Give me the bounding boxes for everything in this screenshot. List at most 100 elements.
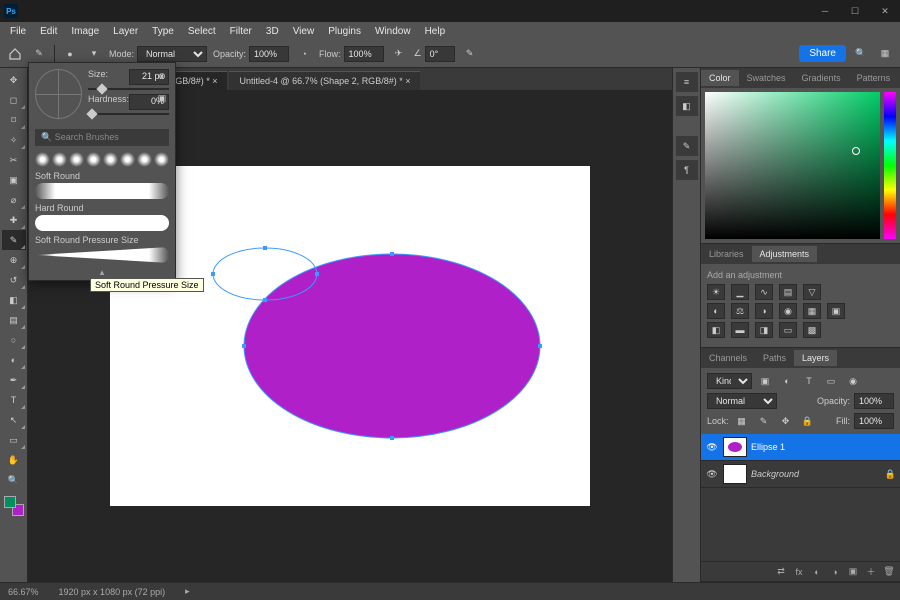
properties-dock-icon[interactable]: ◧ <box>676 96 698 116</box>
search-icon[interactable]: 🔍 <box>852 45 870 63</box>
swatches-tab[interactable]: Swatches <box>739 70 794 86</box>
menu-file[interactable]: File <box>4 24 32 39</box>
zoom-readout[interactable]: 66.67% <box>8 587 39 597</box>
wand-tool[interactable]: ✧ <box>2 130 26 150</box>
posterize-icon[interactable]: ▬ <box>731 322 749 338</box>
patterns-tab[interactable]: Patterns <box>849 70 899 86</box>
marquee-tool[interactable]: ◻ <box>2 90 26 110</box>
new-preset-icon[interactable]: ⊕ <box>153 67 171 85</box>
healing-tool[interactable]: ✚ <box>2 210 26 230</box>
type-tool[interactable]: T <box>2 390 26 410</box>
paths-tab[interactable]: Paths <box>755 350 794 366</box>
history-dock-icon[interactable]: ≡ <box>676 72 698 92</box>
filter-adjust-icon[interactable]: ◐ <box>778 372 796 390</box>
brush-tool[interactable]: ✎ <box>2 230 26 250</box>
filter-pixel-icon[interactable]: ▣ <box>756 372 774 390</box>
pressure-opacity-icon[interactable]: ◔ <box>295 45 313 63</box>
blend-mode-select[interactable]: Normal <box>137 46 207 62</box>
menu-window[interactable]: Window <box>369 24 417 39</box>
bw-icon[interactable]: ◑ <box>755 303 773 319</box>
color-picker[interactable] <box>701 88 900 243</box>
status-chevron-icon[interactable]: ▸ <box>185 586 190 597</box>
brightness-icon[interactable]: ☀ <box>707 284 725 300</box>
adjustment-layer-icon[interactable]: ◑ <box>828 565 842 579</box>
channels-tab[interactable]: Channels <box>701 350 755 366</box>
eraser-tool[interactable]: ◧ <box>2 290 26 310</box>
lock-paint-icon[interactable]: ✎ <box>755 412 773 430</box>
paragraph-dock-icon[interactable]: ¶ <box>676 160 698 180</box>
gradient-tool[interactable]: ▤ <box>2 310 26 330</box>
brush-preset-icon[interactable]: ✎ <box>30 45 48 63</box>
brush-preset-pressure-size[interactable]: Soft Round Pressure Size <box>29 233 175 265</box>
layer-blend-mode[interactable]: Normal <box>707 393 777 409</box>
brush-sample[interactable] <box>86 152 101 167</box>
canvas[interactable] <box>110 166 590 506</box>
brush-search-input[interactable]: 🔍 Search Brushes <box>35 129 169 146</box>
filter-smart-icon[interactable]: ◉ <box>844 372 862 390</box>
layer-row-background[interactable]: 👁 Background 🔒 <box>701 461 900 488</box>
brush-angle-preview[interactable] <box>35 69 82 119</box>
gradient-map-icon[interactable]: ▭ <box>779 322 797 338</box>
menu-layer[interactable]: Layer <box>107 24 144 39</box>
maximize-button[interactable]: ☐ <box>840 0 870 22</box>
brush-preset-hard-round[interactable]: Hard Round <box>29 201 175 233</box>
filter-shape-icon[interactable]: ▭ <box>822 372 840 390</box>
close-button[interactable]: ✕ <box>870 0 900 22</box>
selective-color-icon[interactable]: ▩ <box>803 322 821 338</box>
photo-filter-icon[interactable]: ◉ <box>779 303 797 319</box>
exposure-icon[interactable]: ▤ <box>779 284 797 300</box>
color-cursor[interactable] <box>852 147 860 155</box>
colorlookup-icon[interactable]: ▣ <box>827 303 845 319</box>
channel-mixer-icon[interactable]: ▦ <box>803 303 821 319</box>
crop-tool[interactable]: ✂ <box>2 150 26 170</box>
doc-info-readout[interactable]: 1920 px x 1080 px (72 ppi) <box>59 587 166 597</box>
layer-name[interactable]: Ellipse 1 <box>751 442 785 452</box>
fx-icon[interactable]: fx <box>792 565 806 579</box>
hue-slider[interactable] <box>884 92 896 239</box>
hand-tool[interactable]: ✋ <box>2 450 26 470</box>
move-tool[interactable]: ✥ <box>2 70 26 90</box>
history-brush-tool[interactable]: ↺ <box>2 270 26 290</box>
menu-view[interactable]: View <box>287 24 321 39</box>
menu-select[interactable]: Select <box>182 24 222 39</box>
frame-tool[interactable]: ▣ <box>2 170 26 190</box>
menu-edit[interactable]: Edit <box>34 24 63 39</box>
curves-icon[interactable]: ∿ <box>755 284 773 300</box>
adjustments-tab[interactable]: Adjustments <box>752 246 818 262</box>
layer-fill-input[interactable] <box>854 413 894 429</box>
threshold-icon[interactable]: ◨ <box>755 322 773 338</box>
menu-3d[interactable]: 3D <box>260 24 285 39</box>
dodge-tool[interactable]: ◐ <box>2 350 26 370</box>
layer-thumb[interactable] <box>723 464 747 484</box>
invert-icon[interactable]: ◧ <box>707 322 725 338</box>
layer-opacity-input[interactable] <box>854 393 894 409</box>
pen-tool[interactable]: ✒ <box>2 370 26 390</box>
angle-input[interactable] <box>425 46 455 62</box>
delete-layer-icon[interactable]: 🗑 <box>882 565 896 579</box>
shape-tool[interactable]: ▭ <box>2 430 26 450</box>
menu-type[interactable]: Type <box>146 24 180 39</box>
brush-sample[interactable] <box>35 152 50 167</box>
blur-tool[interactable]: ○ <box>2 330 26 350</box>
pressure-size-icon[interactable]: ✎ <box>461 45 479 63</box>
lock-all-icon[interactable]: 🔒 <box>799 412 817 430</box>
foreground-color[interactable] <box>4 496 16 508</box>
brush-sample[interactable] <box>52 152 67 167</box>
flow-input[interactable] <box>344 46 384 62</box>
color-swatches[interactable] <box>4 496 24 516</box>
brush-preset-soft-round[interactable]: Soft Round <box>29 169 175 201</box>
color-field[interactable] <box>705 92 880 239</box>
brush-panel-icon[interactable]: ▾ <box>85 45 103 63</box>
layers-tab[interactable]: Layers <box>794 350 837 366</box>
menu-filter[interactable]: Filter <box>224 24 258 39</box>
opacity-input[interactable] <box>249 46 289 62</box>
layer-filter-kind[interactable]: Kind <box>707 373 752 389</box>
colorbalance-icon[interactable]: ⚖ <box>731 303 749 319</box>
link-layers-icon[interactable]: ⇄ <box>774 565 788 579</box>
filter-type-icon[interactable]: T <box>800 372 818 390</box>
visibility-icon[interactable]: 👁 <box>705 469 719 480</box>
eyedropper-tool[interactable]: ⌀ <box>2 190 26 210</box>
brush-sample[interactable] <box>137 152 152 167</box>
libraries-tab[interactable]: Libraries <box>701 246 752 262</box>
menu-help[interactable]: Help <box>419 24 452 39</box>
